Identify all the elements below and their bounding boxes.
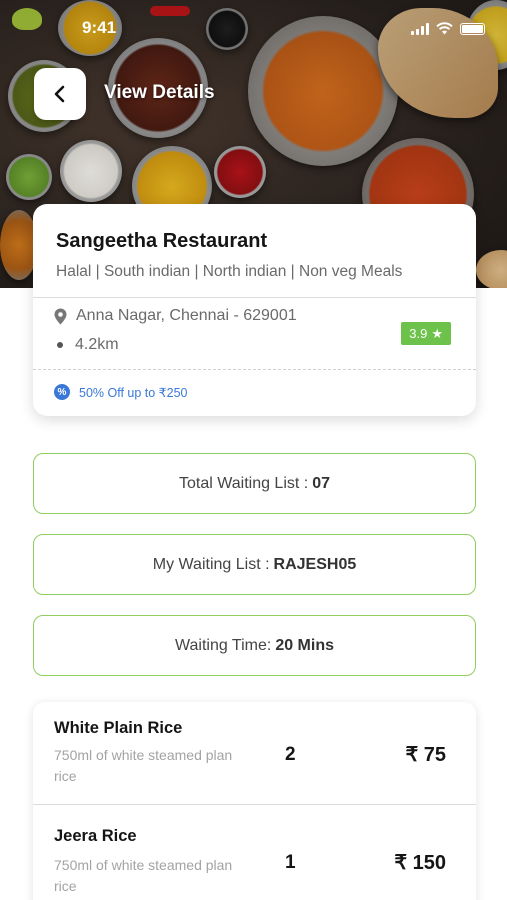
bullet-dot: [57, 342, 63, 348]
star-icon: ★: [431, 325, 443, 341]
list-item[interactable]: Jeera Rice 750ml of white steamed plan r…: [33, 804, 476, 900]
status-icons: [411, 22, 485, 35]
total-waiting-label: Total Waiting List :: [178, 474, 309, 492]
discount-icon: %: [54, 384, 70, 400]
item-price: ₹ 150: [394, 852, 446, 874]
status-time: 9:41: [82, 18, 117, 37]
item-quantity: 2: [285, 744, 296, 765]
back-button[interactable]: [34, 68, 86, 120]
cellular-signal-icon: [411, 23, 429, 35]
my-waiting-value: RAJESH05: [273, 555, 357, 573]
list-item[interactable]: White Plain Rice 750ml of white steamed …: [33, 702, 476, 804]
location-pin-icon: [54, 308, 67, 324]
dashed-divider: [33, 369, 476, 370]
page-title: View Details: [104, 82, 215, 103]
rating-value: 3.9: [409, 326, 428, 341]
offer-row[interactable]: % 50% Off up to ₹250: [54, 384, 188, 400]
item-description: 750ml of white steamed plan rice: [54, 747, 233, 784]
item-description: 750ml of white steamed plan rice: [54, 857, 233, 894]
restaurant-cuisines: Halal | South indian | North indian | No…: [56, 263, 403, 280]
divider: [33, 297, 476, 298]
offer-text: 50% Off up to ₹250: [79, 385, 188, 400]
my-waiting-label: My Waiting List :: [152, 555, 270, 573]
my-waiting-list-box: My Waiting List : RAJESH05: [33, 534, 476, 595]
rating-badge: 3.9 ★: [401, 322, 451, 345]
distance-row: 4.2km: [57, 336, 119, 354]
location-row: Anna Nagar, Chennai - 629001: [54, 307, 297, 325]
distance-text: 4.2km: [75, 336, 119, 353]
item-name: White Plain Rice: [54, 719, 183, 737]
waiting-time-label: Waiting Time:: [174, 636, 272, 654]
total-waiting-value: 07: [312, 474, 331, 492]
order-items-list: White Plain Rice 750ml of white steamed …: [33, 702, 476, 900]
item-quantity: 1: [285, 852, 296, 873]
waiting-time-box: Waiting Time: 20 Mins: [33, 615, 476, 676]
chevron-left-icon: [54, 85, 65, 103]
total-waiting-list-box: Total Waiting List : 07: [33, 453, 476, 514]
restaurant-name: Sangeetha Restaurant: [56, 230, 268, 252]
item-name: Jeera Rice: [54, 827, 137, 845]
item-price: ₹ 75: [405, 744, 446, 766]
restaurant-card: Sangeetha Restaurant Halal | South india…: [33, 204, 476, 416]
waiting-time-value: 20 Mins: [275, 636, 334, 654]
wifi-icon: [436, 22, 453, 35]
battery-icon: [460, 23, 485, 35]
location-text: Anna Nagar, Chennai - 629001: [76, 307, 297, 324]
